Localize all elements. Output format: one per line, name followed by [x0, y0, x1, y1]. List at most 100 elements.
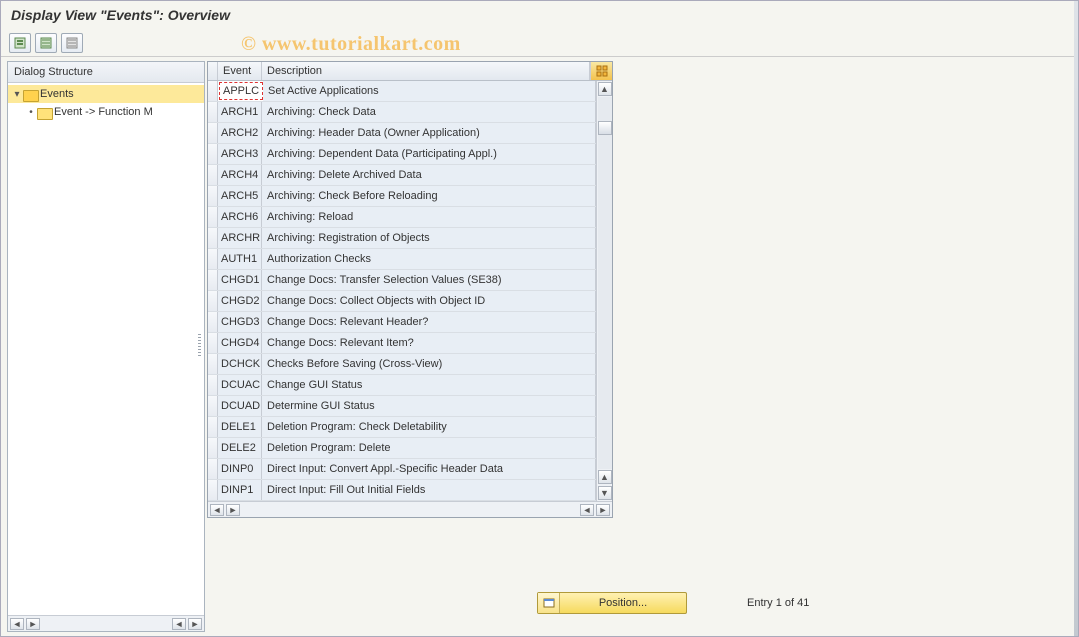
row-selector[interactable] — [208, 396, 218, 416]
tree-toggle-icon[interactable]: ▾ — [12, 89, 22, 100]
grid-select-all[interactable] — [208, 62, 218, 80]
cell-description[interactable]: Direct Input: Convert Appl.-Specific Hea… — [262, 459, 596, 479]
cell-description[interactable]: Archiving: Registration of Objects — [262, 228, 596, 248]
row-selector[interactable] — [208, 144, 218, 164]
cell-description[interactable]: Change GUI Status — [262, 375, 596, 395]
row-selector[interactable] — [208, 228, 218, 248]
cell-description[interactable]: Archiving: Check Before Reloading — [262, 186, 596, 206]
row-selector[interactable] — [208, 207, 218, 227]
scroll-up-step-icon[interactable]: ▲ — [598, 470, 612, 484]
scroll-thumb[interactable] — [598, 121, 612, 135]
cell-event[interactable]: ARCH5 — [218, 186, 262, 206]
table-settings-icon[interactable] — [590, 62, 612, 80]
left-horizontal-scrollbar[interactable]: ◄ ► ◄ ► — [8, 615, 204, 631]
table-row[interactable]: CHGD3Change Docs: Relevant Header? — [208, 312, 596, 333]
cell-event[interactable]: DCUAD — [218, 396, 262, 416]
table-row[interactable]: ARCH5Archiving: Check Before Reloading — [208, 186, 596, 207]
row-selector[interactable] — [208, 438, 218, 458]
scroll-up-icon[interactable]: ▲ — [598, 82, 612, 96]
position-button[interactable]: Position... — [537, 592, 687, 614]
scroll-left-icon[interactable]: ◄ — [210, 504, 224, 516]
cell-description[interactable]: Change Docs: Collect Objects with Object… — [262, 291, 596, 311]
scroll-right-icon[interactable]: ► — [26, 618, 40, 630]
cell-event[interactable]: AUTH1 — [218, 249, 262, 269]
grid-horizontal-scrollbar[interactable]: ◄ ► ◄ ► — [208, 501, 612, 517]
scroll-right-icon[interactable]: ► — [226, 504, 240, 516]
toolbar-button-3[interactable] — [61, 33, 83, 53]
cell-event[interactable]: CHGD1 — [218, 270, 262, 290]
cell-description[interactable]: Archiving: Check Data — [262, 102, 596, 122]
cell-description[interactable]: Change Docs: Transfer Selection Values (… — [262, 270, 596, 290]
row-selector[interactable] — [208, 102, 218, 122]
scroll-left-icon[interactable]: ◄ — [10, 618, 24, 630]
table-row[interactable]: CHGD2Change Docs: Collect Objects with O… — [208, 291, 596, 312]
row-selector[interactable] — [208, 480, 218, 500]
cell-description[interactable]: Authorization Checks — [262, 249, 596, 269]
toolbar-button-2[interactable] — [35, 33, 57, 53]
cell-description[interactable]: Determine GUI Status — [262, 396, 596, 416]
row-selector[interactable] — [208, 186, 218, 206]
scroll-right-end-icon[interactable]: ► — [596, 504, 610, 516]
cell-description[interactable]: Change Docs: Relevant Header? — [262, 312, 596, 332]
cell-event[interactable]: ARCH3 — [218, 144, 262, 164]
cell-event[interactable]: DINP0 — [218, 459, 262, 479]
table-row[interactable]: ARCH3Archiving: Dependent Data (Particip… — [208, 144, 596, 165]
cell-description[interactable]: Deletion Program: Delete — [262, 438, 596, 458]
table-row[interactable]: DCUACChange GUI Status — [208, 375, 596, 396]
row-selector[interactable] — [208, 291, 218, 311]
table-row[interactable]: DINP1Direct Input: Fill Out Initial Fiel… — [208, 480, 596, 501]
table-row[interactable]: ARCH2Archiving: Header Data (Owner Appli… — [208, 123, 596, 144]
cell-event[interactable]: CHGD3 — [218, 312, 262, 332]
row-selector[interactable] — [208, 123, 218, 143]
scroll-down-icon[interactable]: ▼ — [598, 486, 612, 500]
row-selector[interactable] — [208, 333, 218, 353]
row-selector[interactable] — [208, 459, 218, 479]
tree-node-events[interactable]: ▾ Events — [8, 85, 204, 103]
cell-description[interactable]: Change Docs: Relevant Item? — [262, 333, 596, 353]
row-selector[interactable] — [208, 417, 218, 437]
column-header-event[interactable]: Event — [218, 62, 262, 80]
table-row[interactable]: DCHCKChecks Before Saving (Cross-View) — [208, 354, 596, 375]
cell-event[interactable]: ARCHR — [218, 228, 262, 248]
pane-resize-handle[interactable] — [197, 61, 203, 630]
table-row[interactable]: CHGD1Change Docs: Transfer Selection Val… — [208, 270, 596, 291]
table-row[interactable]: ARCH6Archiving: Reload — [208, 207, 596, 228]
cell-event[interactable]: CHGD4 — [218, 333, 262, 353]
table-row[interactable]: DINP0Direct Input: Convert Appl.-Specifi… — [208, 459, 596, 480]
cell-description[interactable]: Archiving: Delete Archived Data — [262, 165, 596, 185]
tree-node-event-function[interactable]: • Event -> Function M — [8, 103, 204, 121]
toolbar-button-1[interactable] — [9, 33, 31, 53]
cell-event[interactable]: ARCH4 — [218, 165, 262, 185]
table-row[interactable]: ARCH1Archiving: Check Data — [208, 102, 596, 123]
table-row[interactable]: AUTH1Authorization Checks — [208, 249, 596, 270]
row-selector[interactable] — [208, 81, 218, 101]
cell-event[interactable]: ARCH1 — [218, 102, 262, 122]
row-selector[interactable] — [208, 165, 218, 185]
cell-description[interactable]: Archiving: Dependent Data (Participating… — [262, 144, 596, 164]
scroll-left-end-icon[interactable]: ◄ — [580, 504, 594, 516]
grid-vertical-scrollbar[interactable]: ▲ ▲ ▼ — [596, 81, 612, 501]
cell-event[interactable]: CHGD2 — [218, 291, 262, 311]
row-selector[interactable] — [208, 270, 218, 290]
row-selector[interactable] — [208, 354, 218, 374]
cell-description[interactable]: Archiving: Reload — [262, 207, 596, 227]
table-row[interactable]: APPLCSet Active Applications — [208, 81, 596, 102]
row-selector[interactable] — [208, 249, 218, 269]
column-header-description[interactable]: Description — [262, 62, 590, 80]
cell-description[interactable]: Direct Input: Fill Out Initial Fields — [262, 480, 596, 500]
row-selector[interactable] — [208, 312, 218, 332]
cell-event[interactable]: DELE2 — [218, 438, 262, 458]
table-row[interactable]: ARCH4Archiving: Delete Archived Data — [208, 165, 596, 186]
cell-event[interactable]: DCHCK — [218, 354, 262, 374]
table-row[interactable]: DELE2Deletion Program: Delete — [208, 438, 596, 459]
cell-event[interactable]: DELE1 — [218, 417, 262, 437]
cell-event[interactable]: APPLC — [219, 82, 263, 100]
cell-event[interactable]: DCUAC — [218, 375, 262, 395]
scroll-left-end-icon[interactable]: ◄ — [172, 618, 186, 630]
cell-description[interactable]: Deletion Program: Check Deletability — [262, 417, 596, 437]
table-row[interactable]: DELE1Deletion Program: Check Deletabilit… — [208, 417, 596, 438]
scroll-track[interactable] — [598, 97, 612, 469]
cell-description[interactable]: Checks Before Saving (Cross-View) — [262, 354, 596, 374]
cell-description[interactable]: Set Active Applications — [263, 81, 596, 101]
row-selector[interactable] — [208, 375, 218, 395]
